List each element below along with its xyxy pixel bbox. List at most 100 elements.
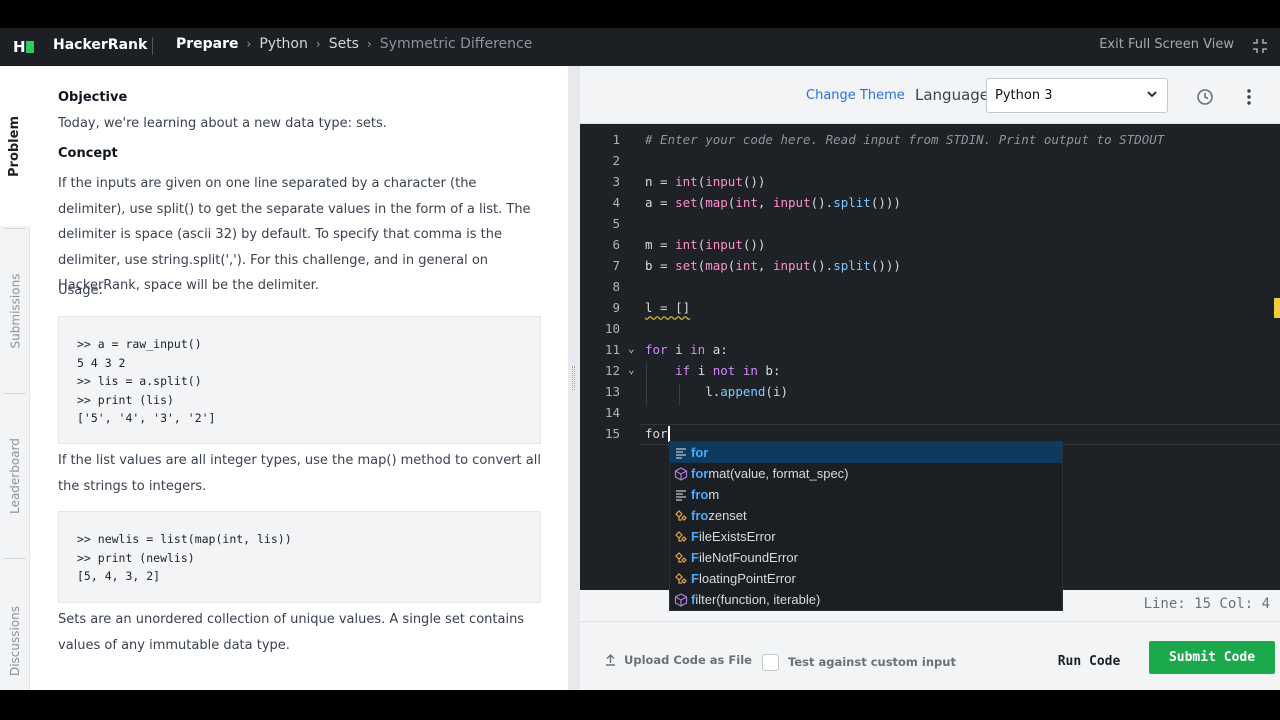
autocomplete-item[interactable]: FileExistsError	[670, 526, 1062, 547]
line-number: 14	[604, 405, 620, 420]
upload-label: Upload Code as File	[624, 653, 752, 667]
history-icon[interactable]	[1196, 88, 1214, 106]
fold-chevron-icon[interactable]: ⌄	[628, 342, 635, 355]
drag-handle-icon[interactable]	[572, 366, 575, 390]
usage-label: Usage:	[58, 283, 103, 298]
tab-leaderboard[interactable]: Leaderboard	[0, 396, 30, 556]
autocomplete-item[interactable]: fro zenset	[670, 505, 1062, 526]
code-line-15: for	[645, 426, 668, 441]
line-number: 2	[612, 153, 620, 168]
breadcrumb-current: Symmetric Difference	[379, 36, 533, 52]
typed-text: for	[645, 426, 668, 441]
line-number: 10	[604, 321, 620, 336]
change-theme-link[interactable]: Change Theme	[806, 88, 905, 103]
language-label: Language	[915, 86, 990, 104]
keyword-icon	[676, 489, 686, 501]
custom-input-checkbox[interactable]	[762, 654, 779, 671]
line-number: 5	[612, 216, 620, 231]
autocomplete-item[interactable]: for mat(value, format_spec)	[670, 463, 1062, 484]
autocomplete-popup: for for mat(value, format_spec) fro m fro zens…	[669, 441, 1063, 611]
code-line: >> print (lis)	[77, 392, 174, 407]
language-value: Python 3	[995, 88, 1053, 103]
line-number: 3	[612, 174, 620, 189]
chevron-right-icon: ›	[315, 37, 321, 51]
more-options-icon[interactable]	[1246, 88, 1252, 106]
problem-panel: Objective Today, we're learning about a …	[30, 66, 568, 690]
line-number: 6	[612, 237, 620, 252]
autocomplete-item[interactable]: f ilter(function, iterable)	[670, 589, 1062, 610]
panel-splitter[interactable]	[568, 66, 580, 690]
code-line: >> print (newlis)	[77, 550, 195, 565]
cursor-position: Line: 15 Col: 4	[1143, 596, 1270, 612]
side-tabs: Problem Submissions Leaderboard Discussi…	[0, 66, 30, 690]
side-tab-divider	[4, 558, 26, 559]
line-number: 1	[612, 132, 620, 147]
upload-code-button[interactable]: Upload Code as File	[605, 653, 752, 667]
exit-fullscreen-icon[interactable]	[1252, 38, 1268, 54]
run-code-button[interactable]: Run Code	[1046, 645, 1132, 678]
code-line: [5, 4, 3, 2]	[77, 569, 161, 583]
side-tab-divider	[4, 228, 26, 229]
autocomplete-rest: loatingPointError	[698, 571, 796, 586]
class-icon	[675, 572, 687, 584]
code-line-1: # Enter your code here. Read input from …	[645, 132, 1164, 147]
language-select[interactable]: Python 3	[986, 78, 1168, 113]
breadcrumb-python[interactable]: Python	[259, 36, 308, 52]
line-number: 7	[612, 258, 620, 273]
breadcrumb: Prepare › Python › Sets › Symmetric Diff…	[176, 36, 532, 52]
autocomplete-rest: m	[708, 487, 720, 502]
hackerrank-logo[interactable]: H	[13, 38, 35, 56]
function-icon	[674, 466, 688, 481]
autocomplete-match: F	[691, 529, 699, 544]
line-number: 4	[612, 195, 620, 210]
autocomplete-match: F	[691, 571, 699, 586]
code-example-map: >> newlis = list(map(int, lis)) >> print…	[58, 511, 541, 603]
code-line-6: m = int(input())	[645, 237, 766, 252]
tab-problem[interactable]: Problem	[0, 66, 30, 226]
line-number: 8	[612, 279, 620, 294]
autocomplete-item[interactable]: fro m	[670, 484, 1062, 505]
fold-chevron-icon[interactable]: ⌄	[628, 363, 635, 376]
line-number: 12	[604, 363, 620, 378]
header-divider	[152, 37, 153, 55]
action-bar: Upload Code as File Test against custom …	[580, 621, 1280, 690]
submit-code-button[interactable]: Submit Code	[1149, 641, 1275, 674]
breadcrumb-sets[interactable]: Sets	[329, 36, 359, 52]
letterbox-bottom	[0, 690, 1280, 720]
code-line-3: n = int(input())	[645, 174, 766, 189]
custom-input-label[interactable]: Test against custom input	[788, 655, 956, 669]
autocomplete-item[interactable]: FileNotFoundError	[670, 547, 1062, 568]
autocomplete-rest: ileNotFoundError	[698, 550, 798, 565]
code-line-13: l.append(i)	[645, 384, 788, 399]
class-icon	[675, 530, 687, 542]
code-line: ['5', '4', '3', '2']	[77, 411, 216, 425]
autocomplete-rest: mat(value, format_spec)	[708, 466, 849, 481]
map-text: If the list values are all integer types…	[58, 453, 541, 494]
objective-heading: Objective	[58, 90, 128, 105]
code-line-11: for i in a:	[645, 342, 728, 357]
chevron-down-icon	[1147, 91, 1157, 98]
chevron-right-icon: ›	[366, 37, 372, 51]
line-number: 15	[604, 426, 620, 441]
tab-submissions[interactable]: Submissions	[0, 231, 30, 391]
class-icon	[675, 509, 687, 521]
concept-heading: Concept	[58, 146, 118, 161]
chevron-right-icon: ›	[246, 37, 252, 51]
exit-fullscreen-link[interactable]: Exit Full Screen View	[1099, 37, 1234, 52]
objective-text: Today, we're learning about a new data t…	[58, 116, 387, 131]
autocomplete-item[interactable]: FloatingPointError	[670, 568, 1062, 589]
code-line: 5 4 3 2	[77, 355, 126, 370]
line-number: 9	[612, 300, 620, 315]
brand-name[interactable]: HackerRank	[53, 37, 147, 53]
code-example-split: >> a = raw_input() 5 4 3 2 >> lis = a.sp…	[58, 316, 541, 444]
breadcrumb-prepare[interactable]: Prepare	[176, 36, 239, 52]
code-line-9: l = []	[645, 300, 691, 315]
autocomplete-match: F	[691, 550, 699, 565]
autocomplete-match: for	[691, 445, 709, 460]
line-number: 11	[604, 342, 620, 357]
code-line: >> newlis = list(map(int, lis))	[77, 532, 292, 546]
keyword-icon	[676, 447, 686, 459]
class-icon	[675, 551, 687, 563]
autocomplete-item[interactable]: for	[670, 442, 1062, 463]
autocomplete-rest: ileExistsError	[698, 529, 776, 544]
